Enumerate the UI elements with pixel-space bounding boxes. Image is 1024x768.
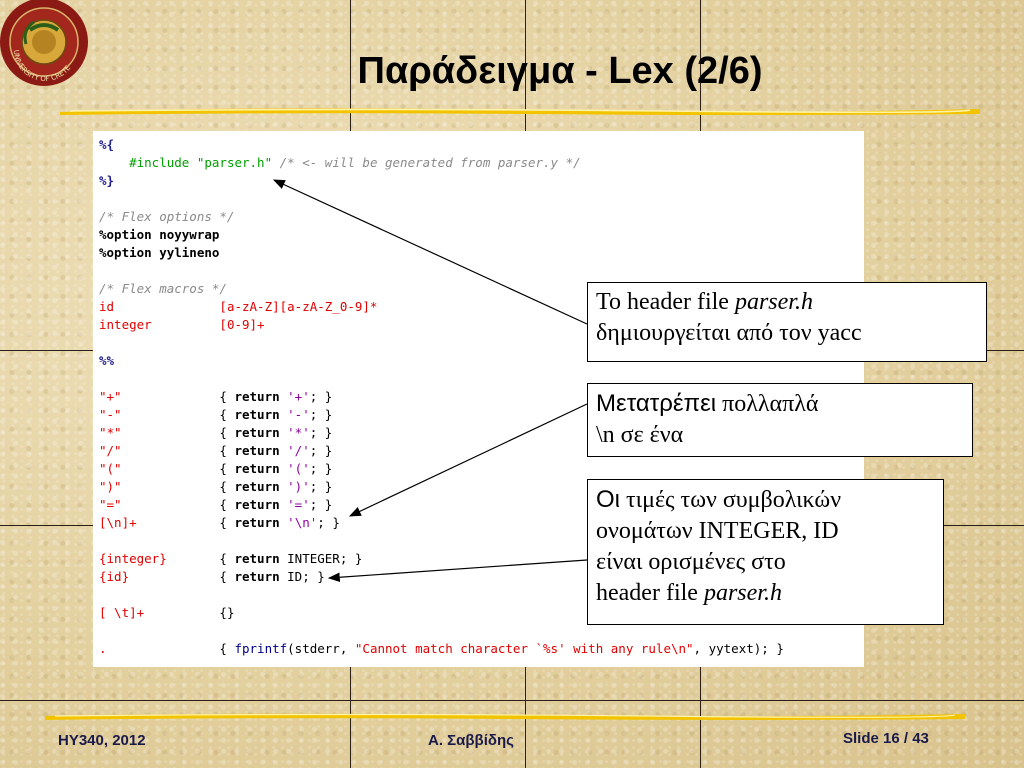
arrow-to-id-rule [327, 559, 588, 583]
footer-author: Α. Σαββίδης [428, 732, 514, 749]
footer-slide-number: Slide 16 / 43 [843, 730, 929, 747]
footer-course: HY340, 2012 [58, 732, 146, 749]
callout-arrows [272, 179, 588, 583]
arrow-to-include [272, 179, 588, 325]
slide: UNIVERSITY OF CRETE Παράδειγμα - Lex (2/… [0, 0, 1024, 768]
arrow-to-newline-rule [348, 403, 588, 517]
